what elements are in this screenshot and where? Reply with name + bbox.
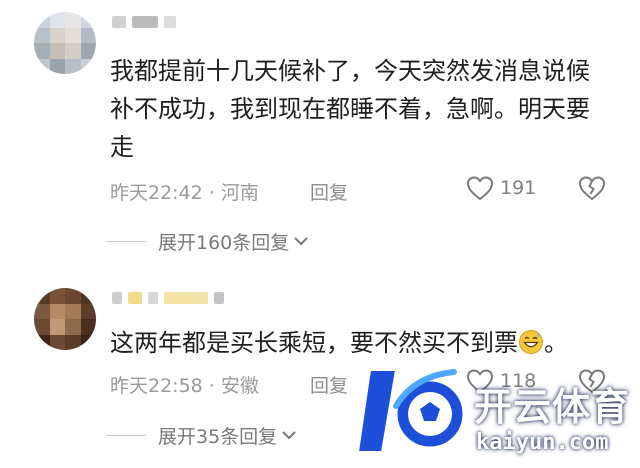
divider — [106, 434, 146, 436]
grinning-sweat-emoji-icon — [519, 330, 543, 354]
chevron-down-icon — [282, 431, 296, 440]
heart-outline-icon — [466, 176, 494, 201]
expand-replies-label: 展开35条回复 — [158, 425, 278, 448]
comment-text-body: 这两年都是买长乘短，要不然买不到票 — [110, 329, 518, 357]
comment-meta: 昨天22:42 · 河南 回复 191 — [110, 175, 612, 205]
expand-replies-label: 展开160条回复 — [158, 231, 290, 254]
like-button[interactable]: 191 — [466, 175, 536, 201]
expand-replies-button[interactable]: 展开35条回复 — [106, 420, 297, 450]
comment-text: 我都提前十几天候补了，今天突然发消息说候补不成功，我到现在都睡不着，急啊。明天要… — [110, 57, 590, 161]
avatar[interactable] — [34, 12, 96, 74]
like-count: 118 — [500, 370, 537, 392]
chevron-down-icon — [294, 237, 308, 246]
broken-heart-icon — [578, 176, 606, 201]
comment-text-suffix: 。 — [544, 329, 568, 357]
broken-heart-icon — [578, 369, 606, 394]
expand-replies-button[interactable]: 展开160条回复 — [106, 226, 309, 256]
divider — [106, 240, 146, 242]
comment-text: 这两年都是买长乘短，要不然买不到票 。 — [110, 324, 600, 362]
username[interactable] — [112, 16, 176, 28]
reply-button[interactable]: 回复 — [310, 371, 348, 398]
comment-time-location: 昨天22:42 · 河南 — [110, 182, 259, 204]
comment-item: 这两年都是买长乘短，要不然买不到票 。 昨天22:58 · 安徽 回复 118 — [0, 282, 640, 468]
reply-button[interactable]: 回复 — [310, 178, 348, 205]
comment-list: 我都提前十几天候补了，今天突然发消息说候补不成功，我到现在都睡不着，急啊。明天要… — [0, 0, 640, 468]
dislike-button[interactable] — [578, 175, 606, 206]
heart-outline-icon — [466, 369, 494, 394]
like-button[interactable]: 118 — [466, 368, 536, 394]
username[interactable] — [112, 292, 224, 304]
comment-time-location: 昨天22:58 · 安徽 — [110, 375, 259, 397]
comment-item: 我都提前十几天候补了，今天突然发消息说候补不成功，我到现在都睡不着，急啊。明天要… — [0, 0, 640, 268]
dislike-button[interactable] — [578, 368, 606, 399]
avatar[interactable] — [34, 288, 96, 350]
like-count: 191 — [500, 177, 537, 199]
comment-meta: 昨天22:58 · 安徽 回复 118 — [110, 368, 612, 398]
